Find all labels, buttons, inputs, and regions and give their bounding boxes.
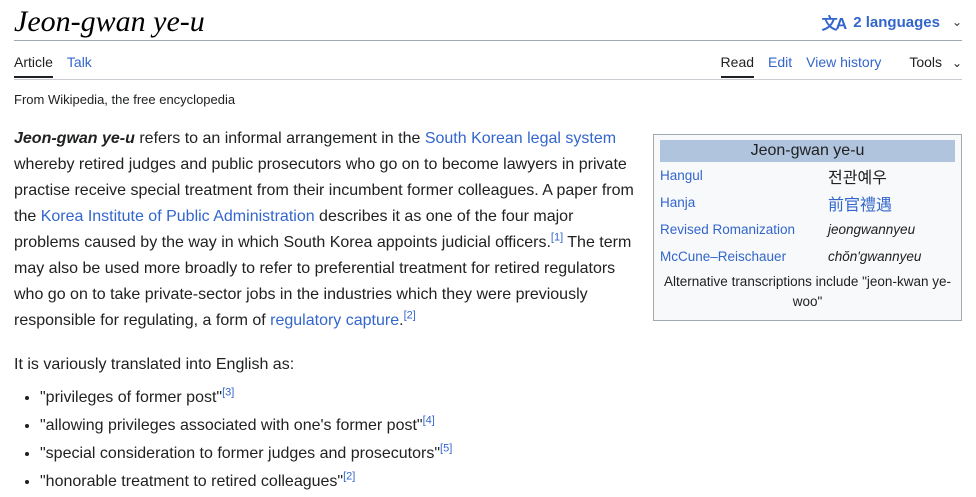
chevron-down-icon: ⌄ xyxy=(951,15,962,29)
ref-link[interactable]: [2] xyxy=(343,471,355,483)
view-tabs: Read Edit View history Tools ⌄ xyxy=(707,54,962,78)
lead-term: Jeon-gwan ye-u xyxy=(14,130,135,147)
namespace-tabs: Article Talk xyxy=(14,54,106,78)
infobox-row-hanja: Hanja 前官禮遇 xyxy=(660,189,955,216)
infobox-row-mr: McCune–Reischauer chŏn'gwannyeu xyxy=(660,243,955,270)
infobox-value-rr: jeongwannyeu xyxy=(828,222,916,237)
list-item: "honorable treatment to retired colleagu… xyxy=(40,468,639,496)
infobox-row-hangul: Hangul 전관예우 xyxy=(660,162,955,189)
translation-text: "privileges of former post" xyxy=(40,389,223,406)
infobox: Jeon-gwan ye-u Hangul 전관예우 Hanja 前官禮遇 Re… xyxy=(653,134,962,321)
infobox-note: Alternative transcriptions include "jeon… xyxy=(664,274,951,309)
ref-link[interactable]: [2] xyxy=(404,310,416,322)
languages-label: 2 languages xyxy=(853,13,940,31)
chevron-down-icon: ⌄ xyxy=(951,56,962,70)
language-selector[interactable]: 文A 2 languages ⌄ xyxy=(822,10,962,34)
link-regulatory-capture[interactable]: regulatory capture xyxy=(270,312,399,329)
infobox-row-rr: Revised Romanization jeongwannyeu xyxy=(660,216,955,243)
list-item: "allowing privileges associated with one… xyxy=(40,412,639,440)
title-divider xyxy=(14,40,962,41)
tab-view-history[interactable]: View history xyxy=(806,54,881,78)
article-body: Jeon-gwan ye-u refers to an informal arr… xyxy=(14,126,639,496)
translations-intro: It is variously translated into English … xyxy=(14,356,295,373)
infobox-value-hanja[interactable]: 前官禮遇 xyxy=(828,191,955,215)
ref-link[interactable]: [5] xyxy=(440,443,452,455)
infobox-label-hangul[interactable]: Hangul xyxy=(660,168,828,183)
translation-text: "allowing privileges associated with one… xyxy=(40,417,423,434)
tab-talk[interactable]: Talk xyxy=(67,54,92,78)
tab-read[interactable]: Read xyxy=(720,54,755,78)
ref-link[interactable]: [4] xyxy=(423,415,435,427)
infobox-label-mr[interactable]: McCune–Reischauer xyxy=(660,249,828,264)
translate-icon: 文A xyxy=(821,16,848,33)
page-title: Jeon-gwan ye-u xyxy=(14,5,205,38)
translation-text: "special consideration to former judges … xyxy=(40,445,441,462)
translations-list: "privileges of former post"[3] "allowing… xyxy=(14,384,639,496)
list-item: "privileges of former post"[3] xyxy=(40,384,639,412)
infobox-label-rr[interactable]: Revised Romanization xyxy=(660,222,828,237)
lead-text-1: refers to an informal arrangement in the xyxy=(134,130,425,147)
ref-link[interactable]: [1] xyxy=(551,232,563,244)
infobox-title: Jeon-gwan ye-u xyxy=(660,140,955,162)
tab-article[interactable]: Article xyxy=(14,54,53,78)
tools-menu[interactable]: Tools ⌄ xyxy=(895,54,962,78)
link-korea-institute[interactable]: Korea Institute of Public Administration xyxy=(41,208,315,225)
infobox-value-hangul: 전관예우 xyxy=(828,169,887,187)
ref-link[interactable]: [3] xyxy=(222,387,234,399)
tab-edit[interactable]: Edit xyxy=(768,54,792,78)
lead-paragraph: Jeon-gwan ye-u refers to an informal arr… xyxy=(14,126,639,334)
tabs-divider xyxy=(14,79,962,80)
infobox-label-hanja[interactable]: Hanja xyxy=(660,195,828,210)
tools-label: Tools xyxy=(909,54,943,70)
infobox-value-mr: chŏn'gwannyeu xyxy=(828,249,922,264)
list-item: "special consideration to former judges … xyxy=(40,440,639,468)
translation-text: "honorable treatment to retired colleagu… xyxy=(40,473,344,490)
link-south-korean-legal-system[interactable]: South Korean legal system xyxy=(425,130,616,147)
site-tagline: From Wikipedia, the free encyclopedia xyxy=(14,92,236,107)
